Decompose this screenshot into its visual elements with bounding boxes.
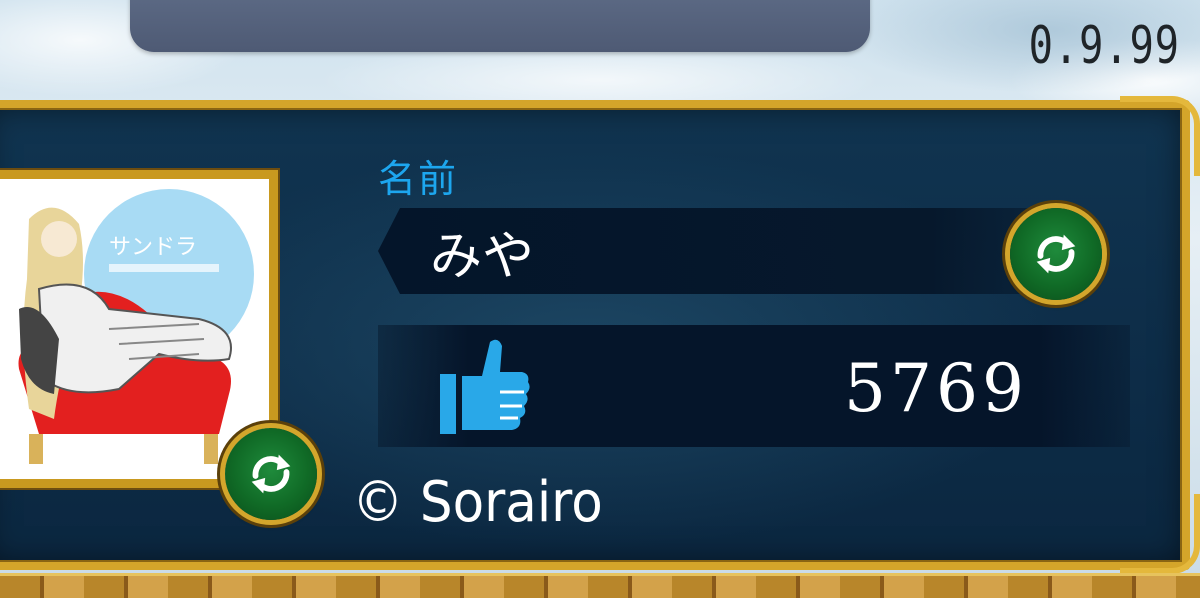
player-name: みや [430,227,535,287]
name-label: 名前 [378,157,459,201]
copyright-text: © Sorairo [352,470,603,535]
refresh-portrait-button[interactable] [225,428,317,520]
refresh-icon [251,454,291,494]
version-label: 0.9.99 [1028,16,1180,76]
gold-corner-ornament [1120,494,1200,574]
change-name-button[interactable] [1010,208,1102,300]
bottom-gold-border [0,573,1200,598]
refresh-icon [1036,234,1076,274]
thumbs-up-icon [440,339,530,434]
gold-corner-ornament [1120,96,1200,176]
portrait-title: サンドラ [109,235,197,260]
top-header-bar [130,0,870,52]
likes-count: 5769 [844,350,1028,427]
profile-screen: 0.9.99 サンドラ 名前 みや 5769 © Sorairo [0,0,1200,598]
portrait-image: サンドラ [0,179,269,479]
character-portrait: サンドラ [0,170,278,488]
